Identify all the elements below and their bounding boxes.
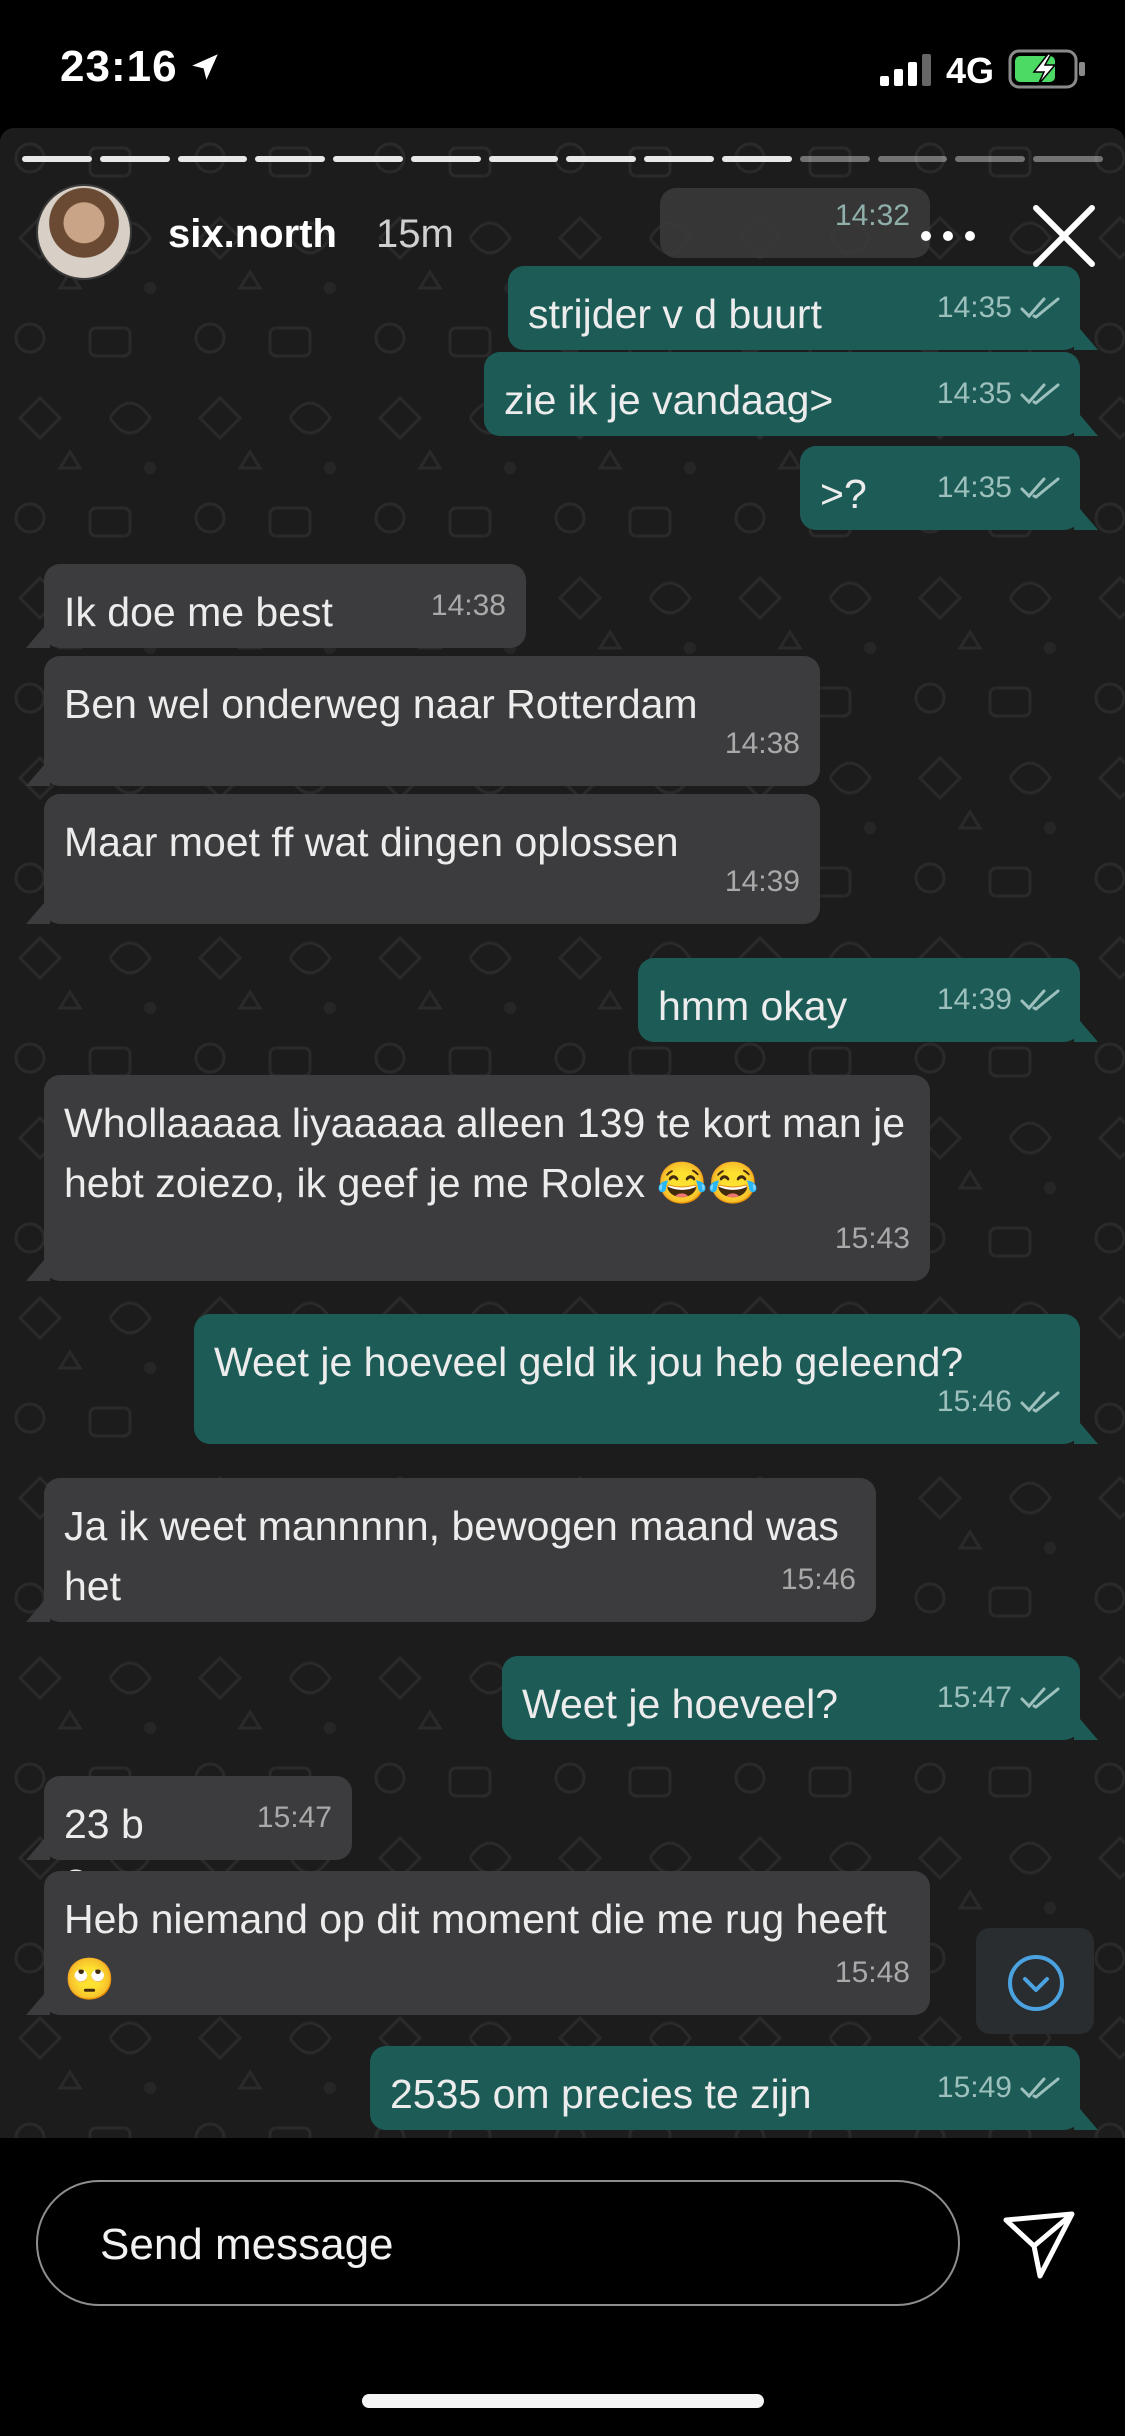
message-meta: 14:39	[725, 852, 800, 912]
bubble-tail	[1074, 2102, 1098, 2130]
message-time: 15:46	[936, 1385, 1012, 1418]
message-time: 15:49	[936, 2071, 1012, 2104]
outgoing-message-bubble[interactable]: >? 14:35	[800, 446, 1098, 530]
message-meta: 14:39	[937, 970, 1060, 1030]
status-bar: 23:16 4G	[0, 0, 1125, 130]
message-text: Ben wel onderweg naar Rotterdam	[64, 681, 698, 727]
double-check-read-icon	[1020, 297, 1060, 319]
message-meta: 15:46	[781, 1550, 856, 1610]
message-time: 14:39	[936, 983, 1012, 1016]
chevron-down-circle-icon	[1008, 1955, 1064, 2011]
message-meta: 15:46	[937, 1372, 1060, 1432]
double-check-read-icon	[1020, 1391, 1060, 1413]
message-text: Heb niemand op dit moment die me rug hee…	[64, 1896, 887, 2002]
incoming-message-bubble[interactable]: Ja ik weet mannnnn, bewogen maand was he…	[26, 1478, 876, 1622]
bubble-tail	[1074, 1712, 1098, 1740]
message-meta: 14:38	[725, 714, 800, 774]
message-time: 14:38	[724, 727, 800, 760]
message-text: Weet je hoeveel geld ik jou heb geleend?	[214, 1339, 964, 1385]
bubble-tail	[1074, 408, 1098, 436]
message-meta: 15:47	[257, 1788, 332, 1848]
message-meta: 14:35	[937, 458, 1060, 518]
incoming-message-bubble[interactable]: Ik doe me best 14:38	[26, 564, 526, 648]
bubble-tail	[1074, 322, 1098, 350]
home-indicator	[362, 2394, 764, 2408]
outgoing-message-bubble[interactable]: 2535 om precies te zijn 15:49	[370, 2046, 1098, 2130]
incoming-message-bubble[interactable]: Whollaaaaa liyaaaaa alleen 139 te kort m…	[26, 1075, 930, 1281]
message-time: 15:47	[936, 1681, 1012, 1714]
bubble-tail	[26, 1987, 50, 2015]
bubble-tail	[26, 1832, 50, 1860]
more-options-icon[interactable]	[918, 228, 978, 244]
message-meta: 14:38	[431, 576, 506, 636]
battery-charging-icon	[1008, 49, 1085, 89]
chat-area: 14:32 strijder v d buurt 14:35 zie ik je va…	[0, 128, 1125, 2138]
message-time: 14:35	[936, 291, 1012, 324]
message-meta: 14:32	[835, 186, 910, 246]
bubble-tail	[26, 896, 50, 924]
outgoing-message-bubble[interactable]: 14:32	[660, 188, 930, 258]
message-meta: 15:48	[835, 1943, 910, 2003]
outgoing-message-bubble[interactable]: Weet je hoeveel geld ik jou heb geleend?…	[194, 1314, 1098, 1444]
send-paper-plane-icon[interactable]	[1000, 2206, 1078, 2284]
bubble-tail	[26, 1253, 50, 1281]
message-time: 14:38	[430, 589, 506, 622]
message-time: 14:35	[936, 377, 1012, 410]
outgoing-message-bubble[interactable]: strijder v d buurt 14:35	[508, 266, 1098, 350]
story-frame[interactable]: 14:32 strijder v d buurt 14:35 zie ik je va…	[0, 128, 1125, 2138]
send-message-placeholder: Send message	[100, 2220, 394, 2269]
bubble-tail	[26, 620, 50, 648]
close-icon[interactable]	[1028, 200, 1100, 272]
message-meta: 15:43	[835, 1209, 910, 1269]
double-check-read-icon	[1020, 2077, 1060, 2099]
message-time: 15:48	[834, 1956, 910, 1989]
outgoing-message-bubble[interactable]: zie ik je vandaag> 14:35	[484, 352, 1098, 436]
scroll-down-button[interactable]	[976, 1928, 1094, 2034]
double-check-read-icon	[1020, 383, 1060, 405]
message-time: 14:39	[724, 865, 800, 898]
outgoing-message-bubble[interactable]: Weet je hoeveel? 15:47	[502, 1656, 1098, 1740]
bubble-tail	[26, 758, 50, 786]
outgoing-message-bubble[interactable]: hmm okay 14:39	[638, 958, 1098, 1042]
location-arrow-icon	[192, 54, 218, 80]
bubble-tail	[1074, 1416, 1098, 1444]
message-meta: 15:47	[937, 1668, 1060, 1728]
message-text: Maar moet ff wat dingen oplossen	[64, 819, 679, 865]
cellular-signal-icon	[880, 54, 931, 86]
bubble-tail	[26, 1594, 50, 1622]
message-text: Whollaaaaa liyaaaaa alleen 139 te kort m…	[64, 1100, 906, 1206]
incoming-message-bubble[interactable]: Ben wel onderweg naar Rotterdam 14:38	[26, 656, 820, 786]
message-time: 14:35	[936, 471, 1012, 504]
message-text: Ja ik weet mannnnn, bewogen maand was he…	[64, 1503, 839, 1609]
status-time: 23:16	[60, 42, 178, 91]
double-check-read-icon	[1020, 989, 1060, 1011]
bubble-tail	[1074, 1014, 1098, 1042]
story-username[interactable]: six.north	[168, 212, 337, 257]
double-check-read-icon	[1020, 477, 1060, 499]
network-type: 4G	[946, 50, 995, 91]
incoming-message-bubble[interactable]: 23 b ?15:47	[26, 1776, 352, 1907]
message-time: 15:43	[834, 1222, 910, 1255]
incoming-message-bubble[interactable]: Maar moet ff wat dingen oplossen 14:39	[26, 794, 820, 924]
message-meta: 15:49	[937, 2058, 1060, 2118]
story-age: 15m	[376, 212, 454, 256]
message-meta: 14:35	[937, 364, 1060, 424]
double-check-read-icon	[1020, 1687, 1060, 1709]
message-meta: 14:35	[937, 278, 1060, 338]
message-time: 14:32	[834, 199, 910, 232]
avatar[interactable]	[36, 184, 132, 280]
send-message-input[interactable]: Send message	[36, 2180, 960, 2306]
bubble-tail	[1074, 502, 1098, 530]
message-time: 15:47	[256, 1801, 332, 1834]
message-time: 15:46	[780, 1563, 856, 1596]
incoming-message-bubble[interactable]: Heb niemand op dit moment die me rug hee…	[26, 1871, 930, 2015]
